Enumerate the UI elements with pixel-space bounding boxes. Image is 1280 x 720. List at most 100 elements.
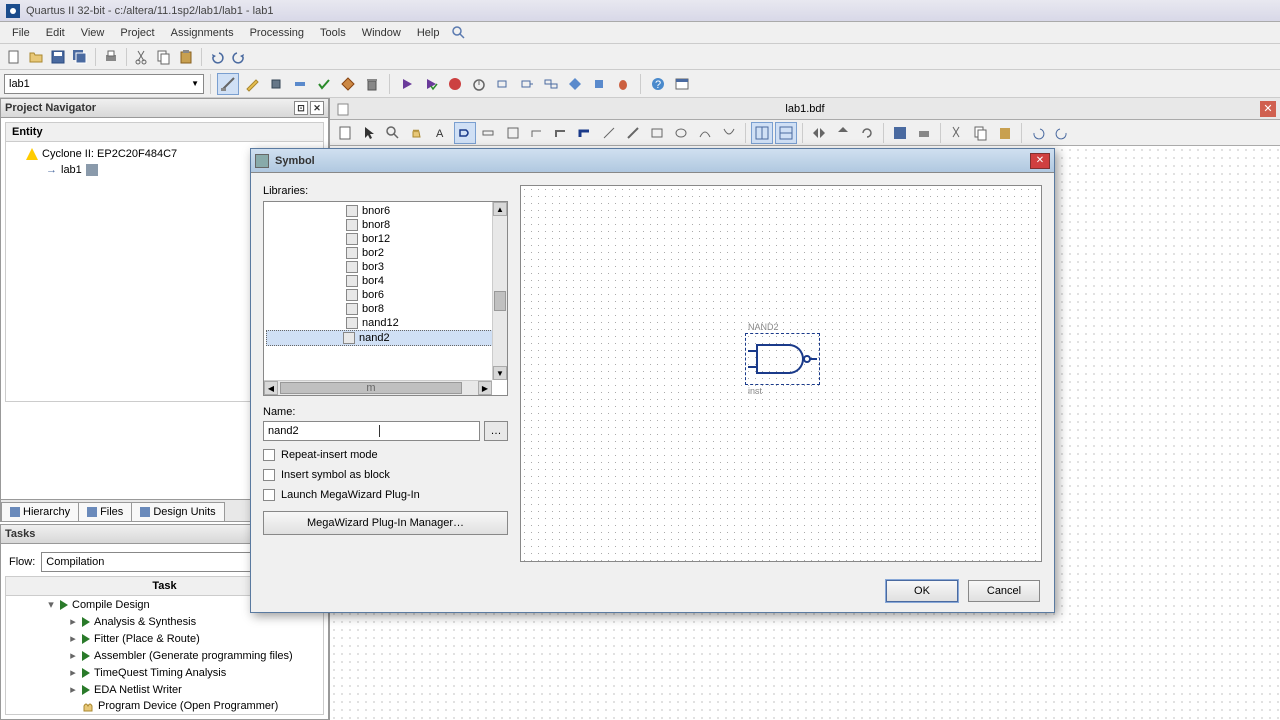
menu-tools[interactable]: Tools [312, 25, 354, 41]
menu-file[interactable]: File [4, 25, 38, 41]
insert-block-checkbox[interactable]: Insert symbol as block [263, 469, 508, 481]
file-tab[interactable]: lab1.bdf [350, 101, 1260, 117]
ed-rotate-button[interactable] [856, 122, 878, 144]
tab-design-units[interactable]: Design Units [131, 502, 224, 521]
gate1-button[interactable] [492, 73, 514, 95]
ed-arc2-button[interactable] [718, 122, 740, 144]
cancel-button[interactable]: Cancel [968, 580, 1040, 602]
print-button[interactable] [101, 47, 121, 67]
lib-item[interactable]: bor8 [266, 302, 505, 316]
ed-flip-h-button[interactable] [808, 122, 830, 144]
check-button[interactable] [313, 73, 335, 95]
save-button[interactable] [48, 47, 68, 67]
ed-zoom-button[interactable] [382, 122, 404, 144]
scroll-left-button[interactable]: ◀ [264, 381, 278, 395]
paste-button[interactable] [176, 47, 196, 67]
settings-button[interactable] [217, 73, 239, 95]
panel-close-button[interactable]: ✕ [310, 101, 324, 115]
ed-print-button[interactable] [913, 122, 935, 144]
panel-pin-button[interactable]: ⊡ [294, 101, 308, 115]
scroll-right-button[interactable]: ▶ [478, 381, 492, 395]
task-assembler[interactable]: ▸Assembler (Generate programming files) [6, 647, 323, 664]
ed-undo-button[interactable] [1027, 122, 1049, 144]
dialog-close-button[interactable]: ✕ [1030, 153, 1050, 169]
tab-close-button[interactable]: ✕ [1260, 101, 1276, 117]
cut-button[interactable] [132, 47, 152, 67]
tab-files[interactable]: Files [78, 502, 132, 521]
lib-item[interactable]: bor4 [266, 274, 505, 288]
launch-mega-checkbox[interactable]: Launch MegaWizard Plug-In [263, 489, 508, 501]
browse-button[interactable]: … [484, 421, 508, 441]
menu-view[interactable]: View [73, 25, 113, 41]
diamond-button[interactable] [337, 73, 359, 95]
pin-button[interactable] [289, 73, 311, 95]
lib-item[interactable]: bnor6 [266, 204, 505, 218]
lib-item[interactable]: bor2 [266, 246, 505, 260]
trash-button[interactable] [361, 73, 383, 95]
help-button[interactable]: ? [647, 73, 669, 95]
ok-button[interactable]: OK [886, 580, 958, 602]
gate2-button[interactable] [516, 73, 538, 95]
menu-project[interactable]: Project [112, 25, 162, 41]
undo-button[interactable] [207, 47, 227, 67]
ed-circle-button[interactable] [670, 122, 692, 144]
ed-paste-button[interactable] [994, 122, 1016, 144]
lib-item[interactable]: bor3 [266, 260, 505, 274]
ed-hand-button[interactable] [406, 122, 428, 144]
ed-block-button[interactable] [502, 122, 524, 144]
ed-wire1-button[interactable] [526, 122, 548, 144]
menu-edit[interactable]: Edit [38, 25, 73, 41]
menu-help[interactable]: Help [409, 25, 448, 41]
ed-wire2-button[interactable] [550, 122, 572, 144]
play-check-button[interactable] [420, 73, 442, 95]
stop-button[interactable] [444, 73, 466, 95]
bug-button[interactable] [612, 73, 634, 95]
ed-wire3-button[interactable] [574, 122, 596, 144]
ed-line2-button[interactable] [622, 122, 644, 144]
redo-button[interactable] [229, 47, 249, 67]
lib-item[interactable]: nand12 [266, 316, 505, 330]
chip2-button[interactable] [564, 73, 586, 95]
lib-item[interactable]: bor6 [266, 288, 505, 302]
scroll-up-button[interactable]: ▲ [493, 202, 507, 216]
ed-text-button[interactable]: A [430, 122, 452, 144]
ed-redo-button[interactable] [1051, 122, 1073, 144]
window-button[interactable] [671, 73, 693, 95]
task-fitter[interactable]: ▸Fitter (Place & Route) [6, 630, 323, 647]
ed-flip-v-button[interactable] [832, 122, 854, 144]
ed-snap2-button[interactable] [775, 122, 797, 144]
libraries-list[interactable]: bnor6 bnor8 bor12 bor2 bor3 bor4 bor6 bo… [263, 201, 508, 396]
lib-item[interactable]: bnor8 [266, 218, 505, 232]
ed-pointer-button[interactable] [358, 122, 380, 144]
ed-symbol-button[interactable] [454, 122, 476, 144]
ed-cut-button[interactable] [946, 122, 968, 144]
dialog-titlebar[interactable]: Symbol ✕ [251, 149, 1054, 173]
megawizard-button[interactable]: MegaWizard Plug-In Manager… [263, 511, 508, 535]
pencil-button[interactable] [241, 73, 263, 95]
tab-hierarchy[interactable]: Hierarchy [1, 502, 79, 521]
menu-processing[interactable]: Processing [242, 25, 312, 41]
ed-copy-button[interactable] [970, 122, 992, 144]
ed-rect-button[interactable] [646, 122, 668, 144]
gate3-button[interactable] [540, 73, 562, 95]
task-eda[interactable]: ▸EDA Netlist Writer [6, 681, 323, 698]
task-program[interactable]: Program Device (Open Programmer) [6, 698, 323, 714]
ed-line-button[interactable] [598, 122, 620, 144]
scroll-down-button[interactable]: ▼ [493, 366, 507, 380]
task-analysis[interactable]: ▸Analysis & Synthesis [6, 613, 323, 630]
ed-save-button[interactable] [889, 122, 911, 144]
menu-assignments[interactable]: Assignments [163, 25, 242, 41]
scroll-thumb[interactable]: m [280, 382, 462, 394]
lib-item[interactable]: bor12 [266, 232, 505, 246]
copy-button[interactable] [154, 47, 174, 67]
new-file-button[interactable] [4, 47, 24, 67]
ed-doc-button[interactable] [334, 122, 356, 144]
repeat-insert-checkbox[interactable]: Repeat-insert mode [263, 449, 508, 461]
search-help-icon[interactable] [451, 25, 467, 41]
list-hscrollbar[interactable]: ◀ m ▶ [264, 380, 492, 395]
name-input[interactable]: nand2 [263, 421, 480, 441]
lib-item-selected[interactable]: nand2 [266, 330, 505, 346]
project-combo[interactable]: lab1 ▼ [4, 74, 204, 94]
open-file-button[interactable] [26, 47, 46, 67]
play-button[interactable] [396, 73, 418, 95]
